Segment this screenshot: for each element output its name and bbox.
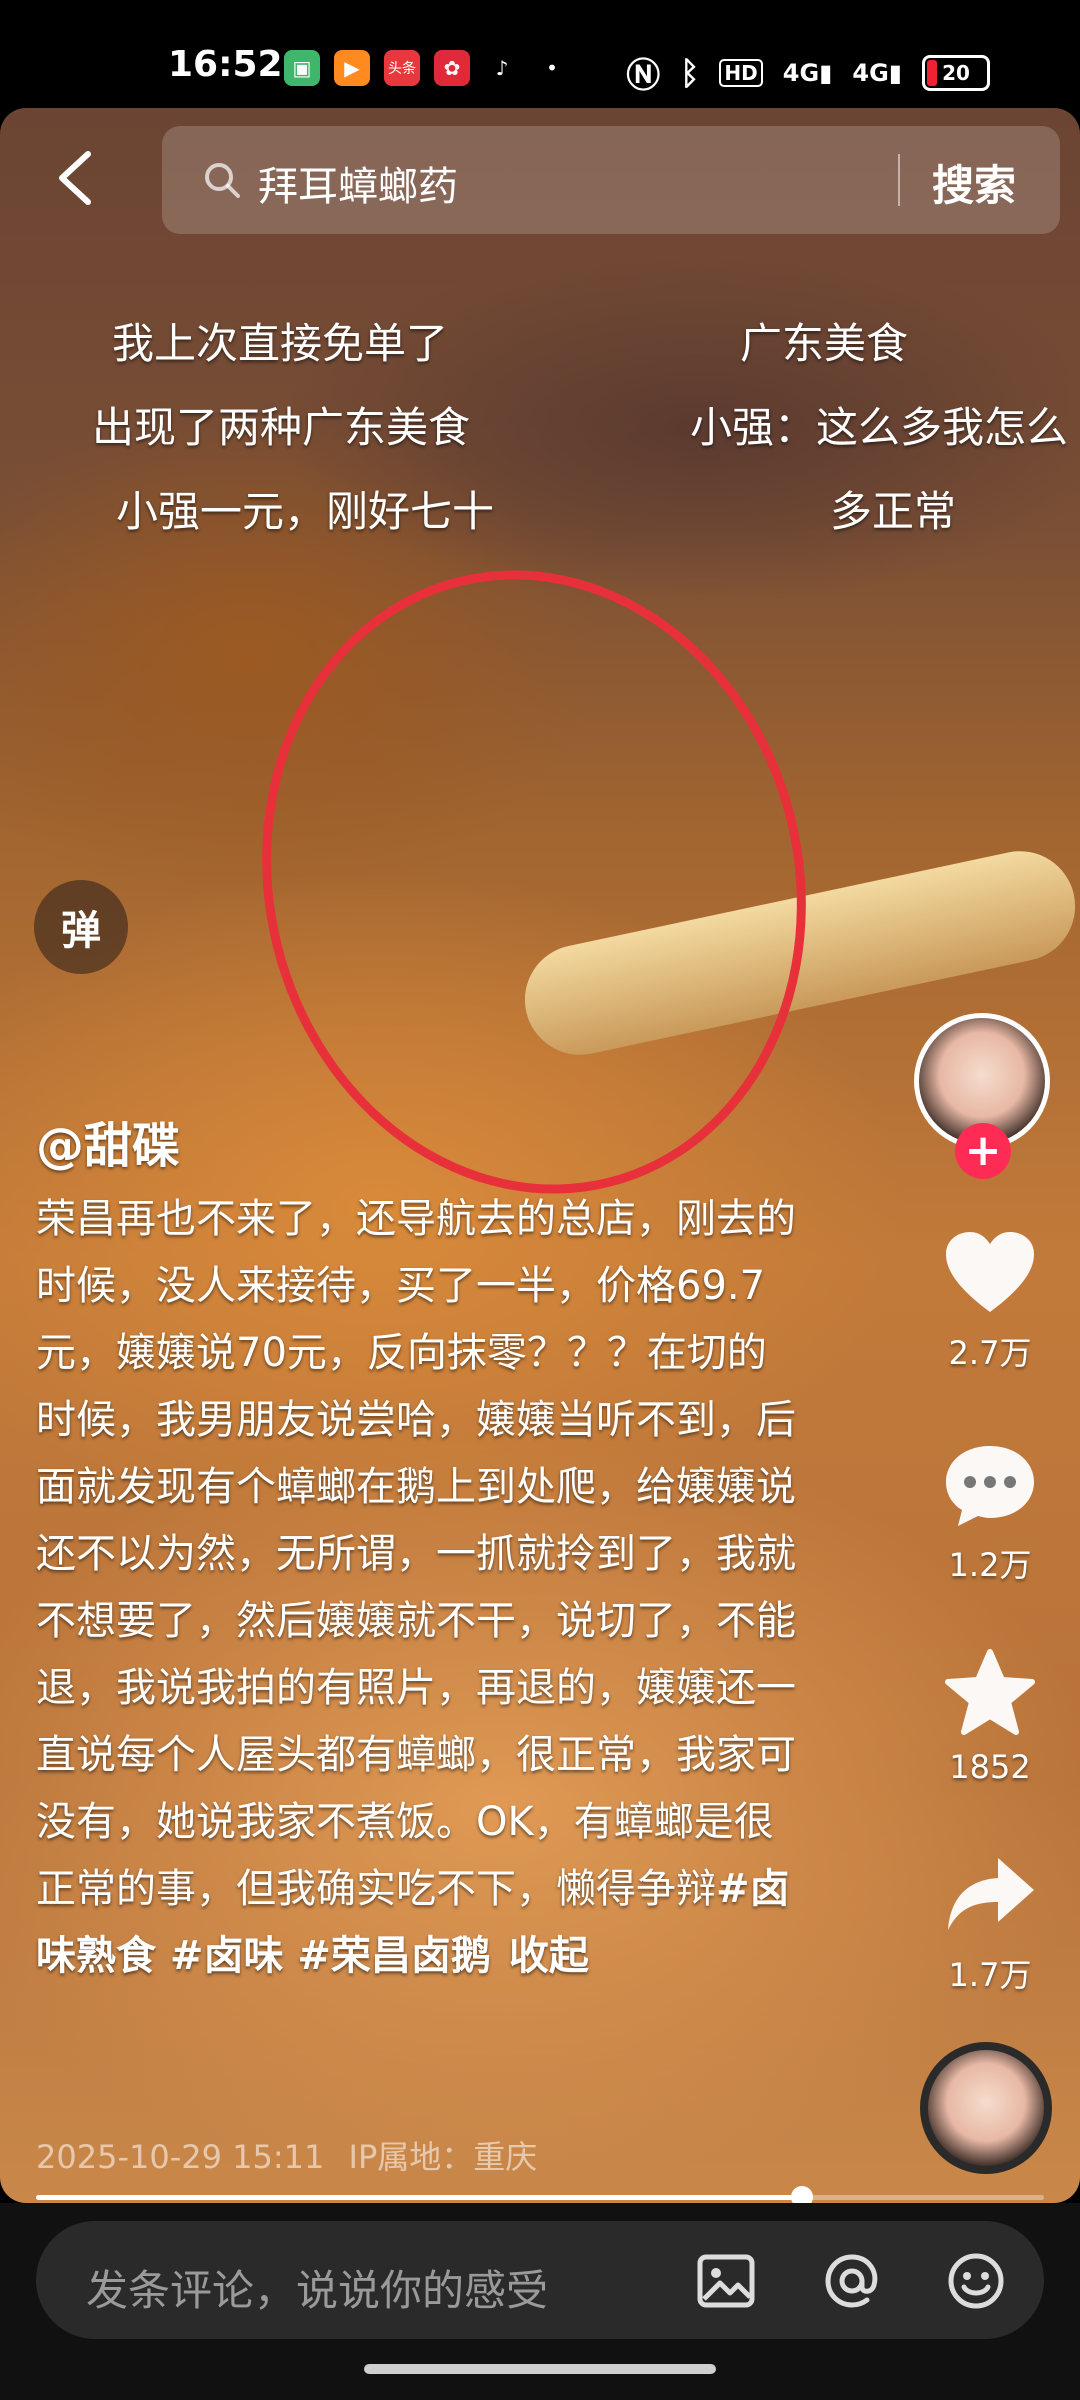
image-icon	[697, 2254, 755, 2308]
share-button[interactable]: 1.7万	[920, 1850, 1060, 1996]
battery-level: 20	[942, 60, 970, 85]
like-count: 2.7万	[948, 1334, 1032, 1372]
danmu-comment: 多正常	[830, 487, 957, 536]
comment-placeholder: 发条评论，说说你的感受	[86, 2266, 549, 2315]
follow-button[interactable]: +	[955, 1123, 1011, 1179]
video-progress-bar[interactable]	[36, 2186, 1044, 2208]
network-type-2: 4G	[852, 58, 889, 87]
toutiao-icon: 头条	[384, 50, 420, 86]
danmu-comment: 我上次直接免单了	[112, 319, 449, 368]
favorite-button[interactable]: 1852	[920, 1648, 1060, 1786]
favorite-count: 1852	[949, 1748, 1031, 1786]
heart-icon	[946, 1232, 1034, 1312]
danmu-comment: 小强一元，刚好七十	[116, 487, 495, 536]
search-query[interactable]: 拜耳蟑螂药	[258, 154, 458, 212]
top-bar: 拜耳蟑螂药 搜索	[0, 120, 1080, 234]
nfc-icon: Ⓝ	[626, 56, 661, 96]
red-circle-annotation	[197, 512, 871, 1252]
mention-button[interactable]	[822, 2251, 882, 2311]
search-icon	[205, 163, 240, 198]
battery-icon: 20	[922, 54, 990, 91]
like-button[interactable]: 2.7万	[920, 1228, 1060, 1374]
emoji-icon	[948, 2253, 1004, 2309]
app-red-icon: ✿	[434, 50, 470, 86]
comment-input[interactable]: 发条评论，说说你的感受	[36, 2221, 1044, 2339]
at-icon	[825, 2254, 878, 2308]
author-name[interactable]: @甜碟	[36, 1106, 180, 1176]
search-box[interactable]: 拜耳蟑螂药 搜索	[162, 126, 1060, 234]
status-bar: 16:52 ▣ ▶ 头条 ✿ ♪ • Ⓝ ᛒ HD 4G▮ 4G▮ 20	[0, 0, 1080, 110]
network-type-1: 4G	[782, 58, 820, 87]
share-icon	[948, 1858, 1034, 1930]
danmu-comment: 出现了两种广东美食	[92, 403, 471, 452]
comment-count: 1.2万	[948, 1546, 1032, 1584]
ip-location: IP属地：重庆	[348, 2138, 538, 2176]
post-meta: 2025-10-29 15:11 IP属地：重庆	[36, 2132, 537, 2178]
signal-icon-1: 4G▮	[782, 58, 833, 87]
back-arrow-icon	[59, 151, 91, 205]
description-text: 荣昌再也不来了，还导航去的总店，刚去的时候，没人来接待，买了一半，价格69.7元…	[36, 1196, 796, 1912]
back-button[interactable]	[52, 148, 102, 208]
danmu-comment: 广东美食	[740, 319, 909, 368]
app-green-icon: ▣	[284, 50, 320, 86]
star-icon	[945, 1649, 1035, 1735]
danmu-comment: 小强：这么多我怎么	[690, 403, 1069, 452]
search-divider	[898, 154, 900, 206]
danmu-toggle-button[interactable]: 弹	[34, 880, 128, 974]
progress-fill	[36, 2195, 803, 2200]
comment-icon	[946, 1446, 1034, 1526]
notification-icons: ▣ ▶ 头条 ✿ ♪ •	[284, 50, 570, 86]
app-orange-icon: ▶	[334, 50, 370, 86]
music-disc[interactable]	[920, 2042, 1052, 2174]
comment-button[interactable]: 1.2万	[920, 1440, 1060, 1586]
system-indicators: Ⓝ ᛒ HD 4G▮ 4G▮ 20	[626, 48, 990, 97]
hd-icon: HD	[719, 58, 763, 87]
more-notifications-icon: •	[546, 56, 558, 80]
emoji-button[interactable]	[946, 2251, 1006, 2311]
home-indicator[interactable]	[364, 2364, 716, 2374]
share-count: 1.7万	[948, 1956, 1032, 1994]
signal-icon-2: 4G▮	[852, 58, 902, 87]
tiktok-icon: ♪	[495, 56, 509, 80]
collapse-link[interactable]: 收起	[509, 1933, 589, 1979]
clock: 16:52	[168, 44, 283, 85]
post-time: 2025-10-29 15:11	[36, 2138, 325, 2176]
bluetooth-icon: ᛒ	[680, 53, 700, 92]
search-button[interactable]: 搜索	[932, 152, 1016, 213]
image-button[interactable]	[696, 2251, 756, 2311]
video-description: 荣昌再也不来了，还导航去的总店，刚去的时候，没人来接待，买了一半，价格69.7元…	[36, 1186, 806, 1990]
